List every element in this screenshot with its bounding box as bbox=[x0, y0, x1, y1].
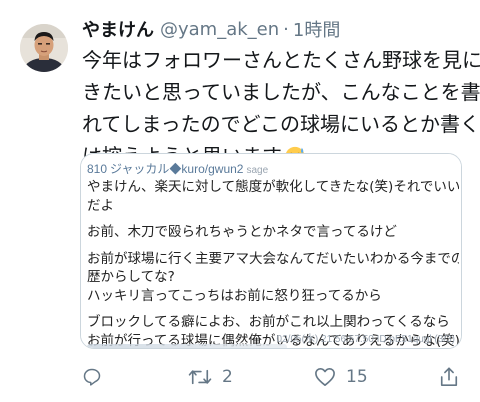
post-gap bbox=[87, 242, 459, 250]
post-gap bbox=[87, 305, 459, 313]
display-name[interactable]: やまけん bbox=[82, 16, 154, 42]
share-button[interactable] bbox=[439, 362, 459, 392]
cut-off-next-post bbox=[87, 344, 287, 348]
post-author: ジャッカル◆kuro/gwun2 bbox=[110, 162, 244, 176]
tweet[interactable]: やまけん @yam_ak_en · 1時間 今年はフォロワーさんとたくさん野球を… bbox=[0, 0, 480, 402]
post-line: やまけん、楽天に対して態度が軟化してきたな(笑)それでいいん bbox=[87, 179, 459, 195]
post-line: お前、木刀で殴られちゃうとかネタで言ってるけど bbox=[87, 224, 397, 240]
action-bar: 2 15 bbox=[82, 362, 472, 392]
tweet-text-line: れてしまったのでどこの球場にいるとか書くの bbox=[82, 112, 480, 136]
retweet-icon bbox=[188, 369, 212, 385]
separator-dot: · bbox=[283, 18, 289, 40]
like-button[interactable]: 15 bbox=[314, 362, 368, 392]
post-line: だよ bbox=[87, 197, 114, 214]
post-line: お前が球場に行く主要アマ大会なんてだいたいわかる今までの経 bbox=[87, 250, 459, 267]
avatar[interactable] bbox=[20, 24, 68, 72]
retweet-button[interactable]: 2 bbox=[188, 362, 233, 392]
username[interactable]: @yam_ak_en bbox=[160, 19, 279, 40]
post-line: ハッキリ言ってこっちはお前に怒り狂ってるから bbox=[87, 287, 382, 304]
retweet-count: 2 bbox=[222, 367, 233, 387]
post-body: やまけん、楽天に対して態度が軟化してきたな(笑)それでいいん だよ お前、木刀で… bbox=[87, 178, 459, 348]
post-number: 810 bbox=[87, 162, 108, 176]
tweet-text-line: きたいと思っていましたが、こんなことを書か bbox=[82, 80, 480, 104]
share-icon bbox=[440, 367, 458, 386]
reply-icon bbox=[83, 368, 101, 386]
tweet-header: やまけん @yam_ak_en · 1時間 bbox=[82, 14, 472, 44]
timestamp[interactable]: 1時間 bbox=[293, 16, 340, 42]
post-footer: 02/05(水) 21:56:57.50 ID:pE51qugl (3/3) bbox=[276, 334, 455, 345]
post-line: ブロックしてる癖によお、お前がこれ以上関わってくるなら bbox=[87, 314, 450, 330]
post-mail: sage bbox=[246, 165, 269, 176]
quoted-image-card[interactable]: 810 ジャッカル◆kuro/gwun2 sage やまけん、楽天に対して態度が軟化… bbox=[80, 153, 462, 349]
avatar-image bbox=[20, 24, 68, 72]
post-gap bbox=[87, 215, 459, 223]
heart-icon bbox=[315, 368, 335, 386]
post-line: 歴からしてな? bbox=[87, 269, 175, 285]
post-header: 810 ジャッカル◆kuro/gwun2 sage bbox=[87, 160, 268, 177]
like-count: 15 bbox=[346, 367, 368, 387]
reply-button[interactable] bbox=[82, 362, 102, 392]
tweet-text-line: 今年はフォロワーさんとたくさん野球を見に行 bbox=[82, 48, 480, 72]
board-post-screenshot: 810 ジャッカル◆kuro/gwun2 sage やまけん、楽天に対して態度が軟化… bbox=[81, 154, 461, 348]
